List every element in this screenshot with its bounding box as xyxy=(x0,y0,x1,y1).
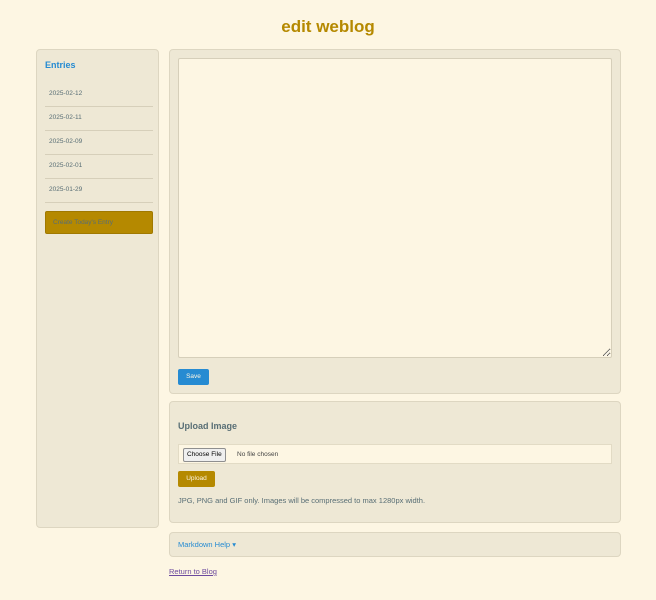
entry-link[interactable]: 2025-02-12 xyxy=(45,83,153,107)
entry-list: 2025-02-12 2025-02-11 2025-02-09 2025-02… xyxy=(45,83,153,203)
entry-content-textarea[interactable] xyxy=(178,58,612,358)
file-input[interactable]: Choose File No file chosen xyxy=(178,444,612,464)
return-to-blog-link[interactable]: Return to Blog xyxy=(169,567,217,576)
upload-hint: JPG, PNG and GIF only. Images will be co… xyxy=(178,496,426,505)
editor-panel: Save xyxy=(169,49,621,394)
markdown-help-toggle[interactable]: Markdown Help ▾ xyxy=(169,532,621,557)
entry-link[interactable]: 2025-01-29 xyxy=(45,179,153,203)
choose-file-button[interactable]: Choose File xyxy=(183,448,226,462)
page-title: edit weblog xyxy=(281,17,375,36)
save-button[interactable]: Save xyxy=(178,369,209,385)
entries-sidebar: Entries 2025-02-12 2025-02-11 2025-02-09… xyxy=(36,49,159,528)
upload-image-panel: Upload Image Choose File No file chosen … xyxy=(169,401,621,523)
entry-link[interactable]: 2025-02-11 xyxy=(45,107,153,131)
create-today-entry-button[interactable]: Create Today's Entry xyxy=(45,211,153,234)
sidebar-title: Entries xyxy=(45,60,76,70)
upload-button[interactable]: Upload xyxy=(178,471,215,487)
entry-link[interactable]: 2025-02-09 xyxy=(45,131,153,155)
file-status-text: No file chosen xyxy=(237,451,279,458)
upload-image-title: Upload Image xyxy=(178,421,238,431)
entry-link[interactable]: 2025-02-01 xyxy=(45,155,153,179)
